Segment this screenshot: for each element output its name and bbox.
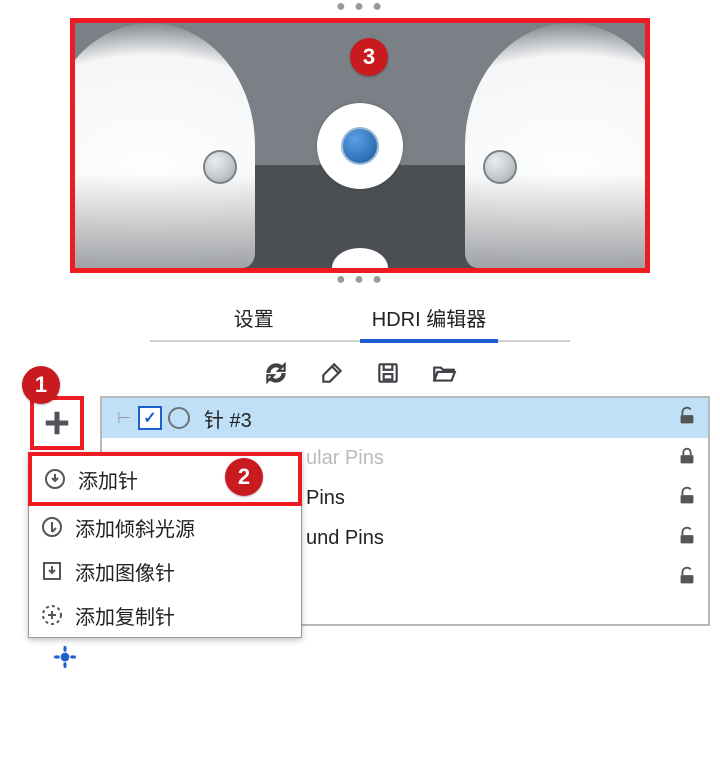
drag-handle-top[interactable]: ● ● ● bbox=[10, 2, 710, 16]
light-dome-right bbox=[465, 23, 650, 268]
unlock-icon[interactable] bbox=[676, 405, 700, 432]
save-button[interactable] bbox=[373, 358, 403, 388]
unlock-icon[interactable] bbox=[676, 565, 700, 592]
callout-badge-1: 1 bbox=[22, 366, 60, 404]
pin-area: 1 ⊢ ✓ 针 #3 ular Pins Pins und Pin bbox=[10, 396, 710, 626]
tab-settings[interactable]: 设置 bbox=[230, 297, 278, 342]
refresh-button[interactable] bbox=[261, 358, 291, 388]
pin-marker-left[interactable] bbox=[203, 150, 237, 184]
tab-bar: 设置 HDRI 编辑器 bbox=[80, 297, 640, 342]
tab-hdri-editor[interactable]: HDRI 编辑器 bbox=[368, 297, 490, 342]
folder-open-icon bbox=[431, 360, 457, 386]
hdri-toolbar bbox=[80, 358, 640, 388]
target-down-icon bbox=[42, 466, 68, 492]
copy-pin-icon bbox=[39, 602, 65, 628]
pin-color-swatch[interactable] bbox=[168, 407, 190, 429]
add-pin-button[interactable] bbox=[30, 396, 84, 450]
light-dome-left bbox=[70, 23, 255, 268]
lower-blob bbox=[332, 248, 388, 273]
tree-glyph: ⊢ bbox=[110, 408, 138, 428]
menu-item-label: 添加倾斜光源 bbox=[75, 513, 195, 542]
crosshair-icon bbox=[52, 644, 78, 670]
pin-marker-right[interactable] bbox=[483, 150, 517, 184]
axis-gizmo-button[interactable] bbox=[52, 644, 78, 670]
pin-marker-center-selected[interactable] bbox=[341, 127, 379, 165]
pin-label: 针 #3 bbox=[200, 404, 676, 433]
image-pin-icon bbox=[39, 558, 65, 584]
pin-label: und Pins bbox=[302, 527, 676, 550]
unlock-icon[interactable] bbox=[676, 485, 700, 512]
lock-icon[interactable] bbox=[676, 445, 700, 472]
menu-item-add-ramp-light[interactable]: 添加倾斜光源 bbox=[29, 505, 301, 549]
plus-icon bbox=[42, 408, 72, 438]
callout-badge-2: 2 bbox=[225, 458, 263, 496]
callout-badge-3: 3 bbox=[350, 38, 388, 76]
drag-handle-bottom[interactable]: ● ● ● bbox=[10, 275, 710, 289]
menu-item-add-image-pin[interactable]: 添加图像针 bbox=[29, 549, 301, 593]
open-button[interactable] bbox=[429, 358, 459, 388]
edit-button[interactable] bbox=[317, 358, 347, 388]
save-icon bbox=[375, 360, 401, 386]
refresh-icon bbox=[263, 360, 289, 386]
menu-item-label: 添加图像针 bbox=[75, 557, 175, 586]
pin-checkbox[interactable]: ✓ bbox=[138, 406, 162, 430]
pin-row-selected[interactable]: ⊢ ✓ 针 #3 bbox=[102, 398, 708, 438]
pin-label: Pins bbox=[302, 487, 676, 510]
pin-label: ular Pins bbox=[302, 447, 676, 470]
menu-item-label: 添加复制针 bbox=[75, 601, 175, 630]
menu-item-add-copy-pin[interactable]: 添加复制针 bbox=[29, 593, 301, 637]
unlock-icon[interactable] bbox=[676, 525, 700, 552]
ramp-light-icon bbox=[39, 514, 65, 540]
menu-item-label: 添加针 bbox=[78, 465, 138, 494]
edit-icon bbox=[319, 360, 345, 386]
